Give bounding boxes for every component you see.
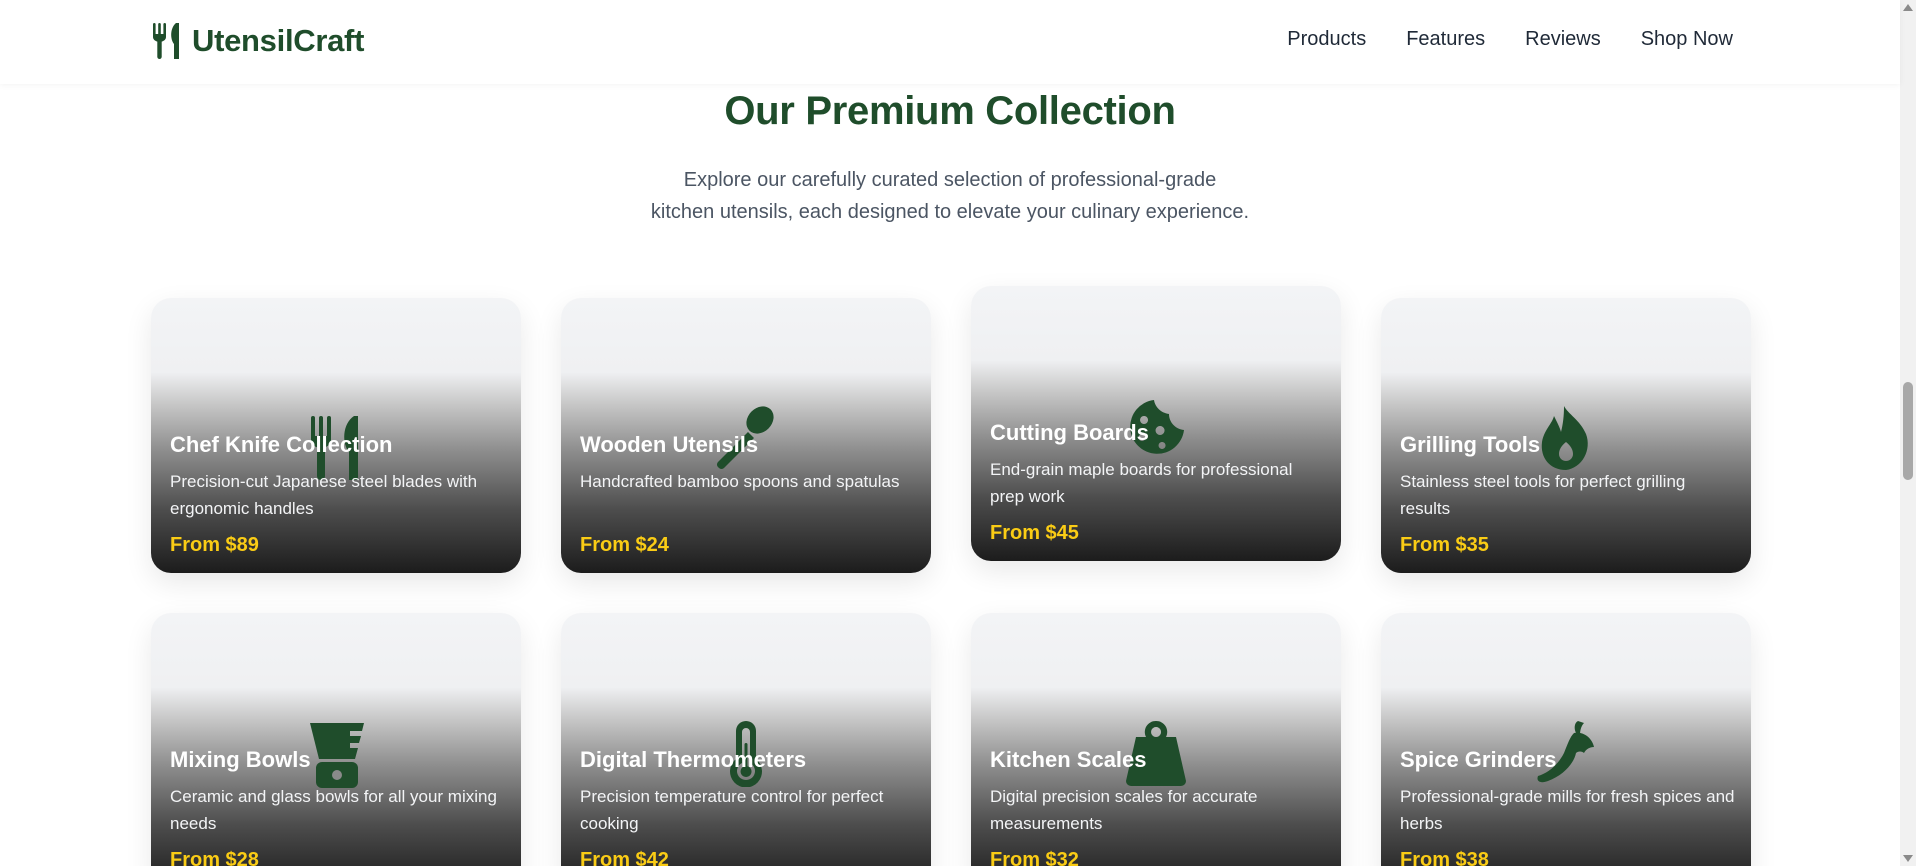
product-card[interactable]: Cutting Boards End-grain maple boards fo… <box>971 286 1341 561</box>
scroll-up-arrow-icon[interactable] <box>1903 4 1913 11</box>
product-price: From $45 <box>990 522 1079 544</box>
site-header: UtensilCraft Products Features Reviews S… <box>0 0 1900 84</box>
product-description: Digital precision scales for accurate me… <box>990 787 1258 833</box>
nav-link-reviews[interactable]: Reviews <box>1525 28 1601 51</box>
product-price: From $24 <box>580 534 669 556</box>
product-price: From $38 <box>1400 849 1489 866</box>
product-title: Chef Knife Collection <box>170 432 393 457</box>
product-title: Spice Grinders <box>1400 747 1557 772</box>
product-grid: Chef Knife Collection Precision-cut Japa… <box>151 286 1751 866</box>
section-title: Our Premium Collection <box>724 89 1176 133</box>
product-price: From $89 <box>170 534 259 556</box>
product-description: Handcrafted bamboo spoons and spatulas <box>580 472 900 491</box>
section-subtitle: Explore our carefully curated selection … <box>650 169 1250 223</box>
product-card[interactable]: Mixing Bowls Ceramic and glass bowls for… <box>151 613 521 866</box>
product-title: Cutting Boards <box>990 420 1149 445</box>
product-title: Mixing Bowls <box>170 747 311 772</box>
product-description: Ceramic and glass bowls for all your mix… <box>170 787 497 833</box>
product-description: End-grain maple boards for professional … <box>990 460 1293 506</box>
product-description: Precision-cut Japanese steel blades with… <box>170 472 478 518</box>
product-card[interactable]: Chef Knife Collection Precision-cut Japa… <box>151 298 521 573</box>
product-card[interactable]: Grilling Tools Stainless steel tools for… <box>1381 298 1751 573</box>
fire-icon <box>1534 404 1598 472</box>
product-description: Professional-grade mills for fresh spice… <box>1400 787 1735 833</box>
blender-icon <box>304 721 368 789</box>
product-card[interactable]: Wooden Utensils Handcrafted bamboo spoon… <box>561 298 931 573</box>
product-description: Stainless steel tools for perfect grilli… <box>1400 472 1686 518</box>
product-title: Wooden Utensils <box>580 432 759 457</box>
nav-link-features[interactable]: Features <box>1406 28 1485 51</box>
product-price: From $35 <box>1400 534 1489 556</box>
product-title: Grilling Tools <box>1400 432 1541 457</box>
nav-link-shop-now[interactable]: Shop Now <box>1641 28 1733 51</box>
product-card[interactable]: Digital Thermometers Precision temperatu… <box>561 613 931 866</box>
product-title: Kitchen Scales <box>990 747 1147 772</box>
product-card[interactable]: Spice Grinders Professional-grade mills … <box>1381 613 1751 866</box>
main-nav: Products Features Reviews Shop Now <box>1287 28 1733 51</box>
brand-logo-link[interactable]: UtensilCraft <box>150 22 364 60</box>
product-card[interactable]: Kitchen Scales Digital precision scales … <box>971 613 1341 866</box>
product-price: From $28 <box>170 849 259 866</box>
product-description: Precision temperature control for perfec… <box>580 787 884 833</box>
scrollbar-thumb[interactable] <box>1903 382 1913 480</box>
product-title: Digital Thermometers <box>580 747 807 772</box>
page-scrollbar[interactable] <box>1900 0 1916 866</box>
scroll-down-arrow-icon[interactable] <box>1903 855 1913 862</box>
brand-name: UtensilCraft <box>192 23 365 58</box>
utensils-icon <box>153 23 179 59</box>
product-price: From $42 <box>580 849 669 866</box>
product-price: From $32 <box>990 849 1079 866</box>
nav-link-products[interactable]: Products <box>1287 28 1366 51</box>
